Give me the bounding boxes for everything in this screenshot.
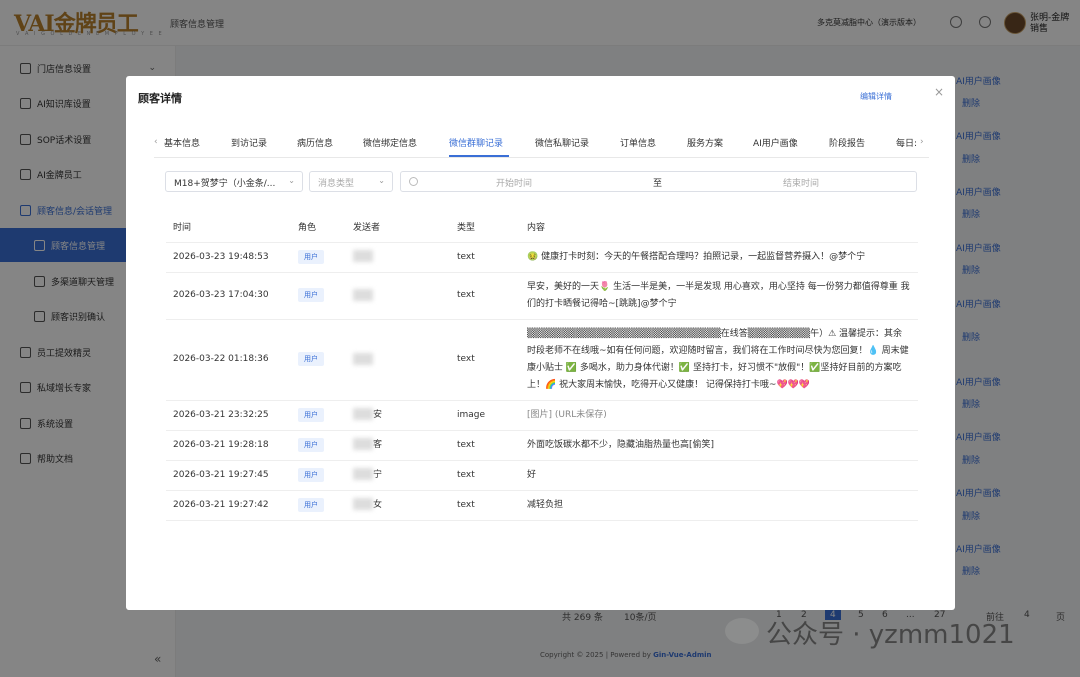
cell-type: text: [450, 272, 520, 320]
table-row: 2026-03-21 19:27:42 用户 女 text 减轻负担: [166, 490, 918, 521]
cell-role: 用户: [291, 272, 346, 320]
cell-time: 2026-03-23 19:48:53: [166, 242, 291, 273]
close-icon[interactable]: ×: [934, 85, 944, 99]
cell-content: ▒▒▒▒▒▒▒▒▒▒▒▒▒▒▒▒▒▒▒▒▒▒▒▒▒▒▒▒在线答▒▒▒▒▒▒▒▒▒…: [520, 319, 918, 401]
col-sender: 发送者: [346, 212, 450, 243]
blurred-sender: [353, 288, 373, 301]
tab-service-plan[interactable]: 服务方案: [687, 136, 723, 149]
role-badge: 用户: [298, 467, 324, 482]
cell-time: 2026-03-21 19:27:42: [166, 490, 291, 521]
end-date-input[interactable]: 结束时间: [783, 176, 819, 189]
blurred-sender: [353, 352, 373, 365]
blurred-sender: [353, 250, 373, 262]
wechat-icon: [725, 618, 759, 644]
blurred-sender: [353, 498, 373, 510]
tab-group-chat[interactable]: 微信群聊记录: [449, 136, 503, 149]
cell-content: 外面吃饭碳水都不少，隐藏油脂热量也高[偷笑]: [520, 430, 918, 461]
cell-sender: 安: [346, 400, 450, 431]
cell-content: 好: [520, 460, 918, 491]
cell-type: text: [450, 242, 520, 273]
cell-time: 2026-03-21 23:32:25: [166, 400, 291, 431]
tab-medical[interactable]: 病历信息: [297, 136, 333, 149]
cell-sender: [346, 242, 450, 273]
cell-time: 2026-03-23 17:04:30: [166, 272, 291, 320]
col-type: 类型: [450, 212, 520, 243]
group-select[interactable]: M18+贺梦宁（小金条/... ⌄: [165, 171, 303, 192]
cell-type: text: [450, 319, 520, 401]
cell-content: [图片] (URL未保存): [520, 400, 918, 431]
cell-sender: 客: [346, 430, 450, 461]
blurred-sender: [353, 438, 373, 450]
sender-name: 安: [373, 409, 383, 420]
cell-type: text: [450, 490, 520, 521]
cell-role: 用户: [291, 490, 346, 521]
cell-role: 用户: [291, 460, 346, 491]
table-row: 2026-03-21 19:28:18 用户 客 text 外面吃饭碳水都不少，隐藏油脂…: [166, 430, 918, 461]
chevron-down-icon: ⌄: [378, 176, 385, 185]
cell-content: 早安，美好的一天🌷 生活一半是美，一半是发现 用心喜欢，用心坚持 每一份努力都值…: [520, 272, 918, 320]
tab-basic-info[interactable]: 基本信息: [164, 136, 200, 149]
table-header-row: 时间 角色 发送者 类型 内容: [166, 212, 918, 243]
cell-role: 用户: [291, 319, 346, 401]
cell-time: 2026-03-22 01:18:36: [166, 319, 291, 401]
chevron-down-icon: ⌄: [288, 176, 295, 185]
cell-type: text: [450, 460, 520, 491]
start-date-input[interactable]: 开始时间: [496, 176, 532, 189]
col-role: 角色: [291, 212, 346, 243]
cell-role: 用户: [291, 400, 346, 431]
cell-time: 2026-03-21 19:27:45: [166, 460, 291, 491]
cell-type: text: [450, 430, 520, 461]
edit-detail-button[interactable]: 编辑详情: [860, 91, 892, 102]
customer-detail-dialog: 顾客详情 编辑详情 × ‹ › 基本信息 到访记录 病历信息 微信绑定信息 微信…: [126, 76, 955, 610]
sender-name: 客: [373, 439, 383, 450]
col-time: 时间: [166, 212, 291, 243]
sender-name: 女: [373, 499, 383, 510]
date-range-separator: 至: [653, 179, 663, 189]
active-tab-indicator: [449, 155, 509, 157]
tab-orders[interactable]: 订单信息: [620, 136, 656, 149]
clock-icon: [409, 177, 418, 186]
table-row: 2026-03-23 17:04:30 用户 text 早安，美好的一天🌷 生活一半是…: [166, 272, 918, 320]
sender-name: 宁: [373, 469, 383, 480]
cell-type: image: [450, 400, 520, 431]
table-row: 2026-03-21 23:32:25 用户 安 image [图片] (URL未保存): [166, 400, 918, 431]
table-row: 2026-03-22 01:18:36 用户 text ▒▒▒▒▒▒▒▒▒▒▒▒▒▒▒…: [166, 319, 918, 401]
role-badge: 用户: [298, 437, 324, 452]
cell-role: 用户: [291, 242, 346, 273]
dialog-title: 顾客详情: [138, 92, 182, 105]
cell-sender: [346, 319, 450, 401]
message-type-select[interactable]: 消息类型 ⌄: [309, 171, 393, 192]
cell-role: 用户: [291, 430, 346, 461]
watermark: 公众号 · yzmm1021: [766, 620, 1015, 650]
table-row: 2026-03-21 19:27:45 用户 宁 text 好: [166, 460, 918, 491]
cell-sender: 宁: [346, 460, 450, 491]
col-content: 内容: [520, 212, 918, 243]
role-badge: 用户: [298, 288, 324, 302]
tab-daily[interactable]: 每日:: [896, 136, 917, 149]
cell-content: 🤢 健康打卡时刻：今天的午餐搭配合理吗？拍照记录，一起监督营养摄入！@梦个宁: [520, 242, 918, 273]
cell-content: 减轻负担: [520, 490, 918, 521]
cell-time: 2026-03-21 19:28:18: [166, 430, 291, 461]
tab-stage-report[interactable]: 阶段报告: [829, 136, 865, 149]
cell-sender: [346, 272, 450, 320]
blurred-sender: [353, 408, 373, 420]
tab-wechat-binding[interactable]: 微信绑定信息: [363, 136, 417, 149]
table-row: 2026-03-23 19:48:53 用户 text 🤢 健康打卡时刻：今天的午餐搭…: [166, 242, 918, 273]
role-badge: 用户: [298, 249, 324, 264]
tab-visit-records[interactable]: 到访记录: [231, 136, 267, 149]
cell-sender: 女: [346, 490, 450, 521]
date-range-picker[interactable]: 开始时间 至 结束时间: [400, 171, 917, 192]
tab-bar: 基本信息 到访记录 病历信息 微信绑定信息 微信群聊记录 微信私聊记录 订单信息…: [154, 134, 929, 158]
role-badge: 用户: [298, 407, 324, 422]
group-chat-table: 时间 角色 发送者 类型 内容 2026-03-23 19:48:53 用户 tex…: [166, 212, 918, 521]
role-badge: 用户: [298, 352, 324, 366]
blurred-sender: [353, 468, 373, 480]
role-badge: 用户: [298, 497, 324, 512]
tab-ai-profile[interactable]: AI用户画像: [753, 136, 798, 149]
tab-private-chat[interactable]: 微信私聊记录: [535, 136, 589, 149]
